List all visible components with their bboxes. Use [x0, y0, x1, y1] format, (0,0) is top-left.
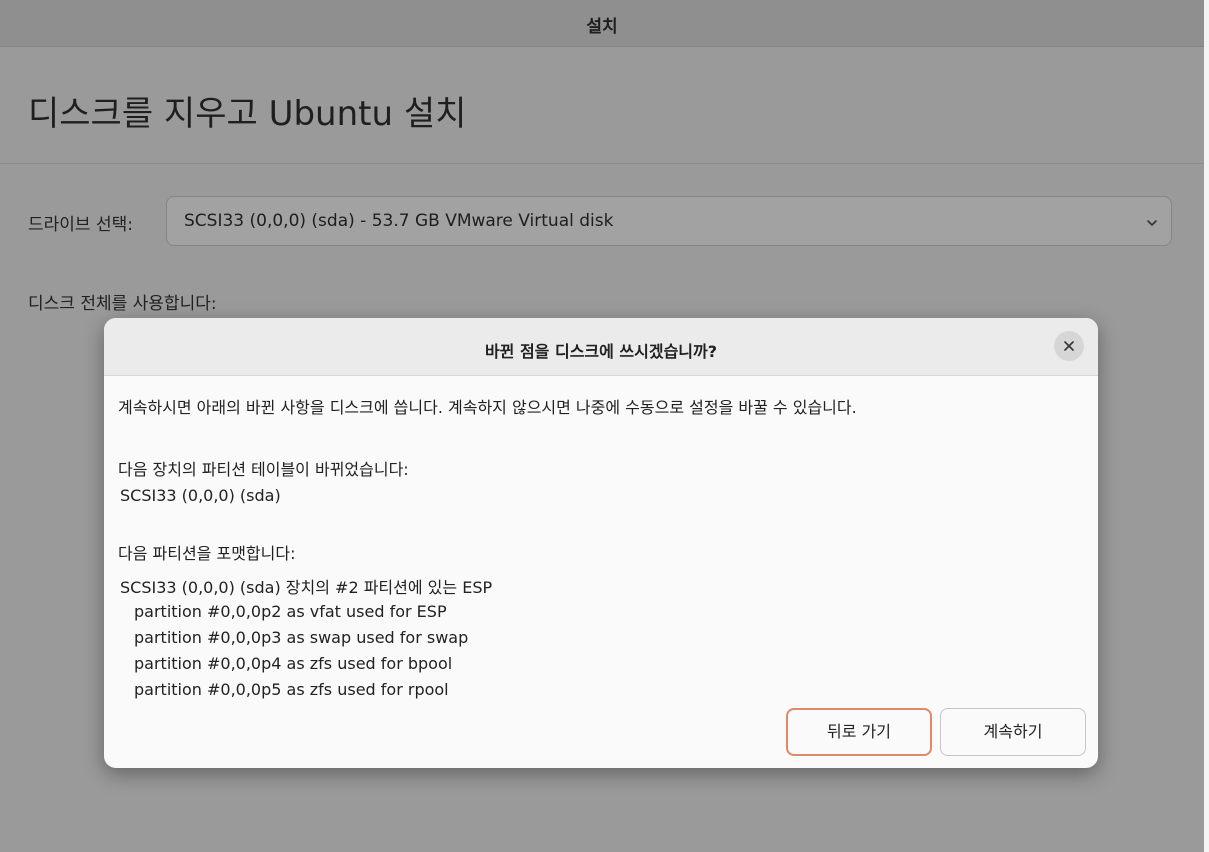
dialog-header: 바뀐 점을 디스크에 쓰시겠습니까?	[104, 318, 1098, 376]
whole-disk-label: 디스크 전체를 사용합니다:	[28, 294, 217, 314]
close-icon	[1064, 341, 1074, 351]
list-item: partition #0,0,0p5 as zfs used for rpool	[134, 680, 449, 699]
list-item: partition #0,0,0p4 as zfs used for bpool	[134, 654, 453, 673]
drive-select-dropdown[interactable]: SCSI33 (0,0,0) (sda) - 53.7 GB VMware Vi…	[166, 196, 1172, 246]
page-title: 디스크를 지우고 Ubuntu 설치	[28, 94, 467, 134]
window-edge	[1204, 0, 1209, 852]
confirm-write-dialog: 바뀐 점을 디스크에 쓰시겠습니까? 계속하시면 아래의 바뀐 사항을 디스크에…	[104, 318, 1098, 768]
chevron-down-icon	[1145, 215, 1159, 229]
continue-button[interactable]: 계속하기	[940, 708, 1086, 756]
drive-select-label: 드라이브 선택:	[28, 215, 133, 235]
drive-select-value: SCSI33 (0,0,0) (sda) - 53.7 GB VMware Vi…	[184, 211, 614, 231]
table-changed-heading: 다음 장치의 파티션 테이블이 바뀌었습니다:	[118, 460, 409, 479]
heading-divider	[0, 163, 1204, 164]
window-title: 설치	[586, 17, 618, 37]
dialog-title: 바뀐 점을 디스크에 쓰시겠습니까?	[484, 342, 718, 361]
dialog-intro-text: 계속하시면 아래의 바뀐 사항을 디스크에 씁니다. 계속하지 않으시면 나중에…	[118, 398, 857, 417]
partition-list: partition #0,0,0p2 as vfat used for ESP …	[134, 599, 468, 703]
dialog-close-button[interactable]	[1054, 331, 1084, 361]
back-button[interactable]: 뒤로 가기	[786, 708, 932, 756]
list-item: partition #0,0,0p2 as vfat used for ESP	[134, 602, 447, 621]
table-changed-device: SCSI33 (0,0,0) (sda)	[120, 486, 281, 505]
window-titlebar: 설치	[0, 0, 1204, 47]
format-device: SCSI33 (0,0,0) (sda) 장치의 #2 파티션에 있는 ESP	[120, 578, 493, 597]
format-heading: 다음 파티션을 포맷합니다:	[118, 544, 296, 563]
list-item: partition #0,0,0p3 as swap used for swap	[134, 628, 469, 647]
